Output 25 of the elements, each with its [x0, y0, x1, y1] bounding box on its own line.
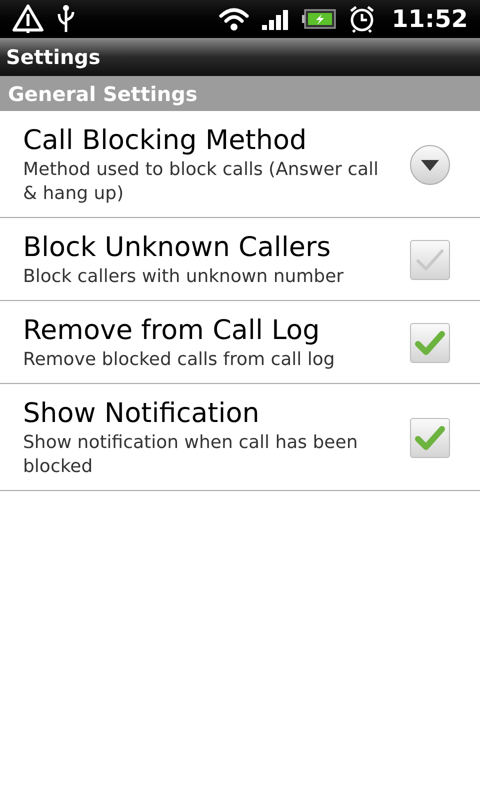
wifi-icon — [218, 6, 250, 32]
setting-title: Show Notification — [23, 397, 260, 431]
dropdown-button[interactable] — [410, 145, 450, 185]
setting-title: Remove from Call Log — [23, 314, 321, 348]
setting-summary: Method used to block calls (Answer call & hang up) — [23, 158, 380, 206]
battery-icon — [302, 9, 336, 29]
checkbox[interactable] — [410, 418, 450, 458]
setting-summary: Show notification when call has been blocked — [23, 431, 359, 479]
setting-title: Block Unknown Callers — [23, 231, 332, 265]
alarm-clock-icon — [348, 5, 376, 33]
screen-title: Settings — [6, 44, 100, 71]
usb-icon — [56, 4, 76, 34]
check-icon — [415, 330, 445, 356]
clock-time: 11:52 — [392, 4, 468, 35]
setting-summary: Remove blocked calls from call log — [23, 348, 336, 372]
check-icon — [415, 425, 445, 451]
section-title: General Settings — [8, 80, 198, 108]
check-icon — [415, 247, 445, 273]
signal-icon — [262, 8, 290, 30]
setting-title: Call Blocking Method — [23, 124, 308, 158]
checkbox[interactable] — [410, 323, 450, 363]
checkbox[interactable] — [410, 240, 450, 280]
setting-summary: Block callers with unknown number — [23, 265, 345, 289]
warning-icon — [12, 4, 44, 34]
caret-icon — [421, 160, 439, 170]
